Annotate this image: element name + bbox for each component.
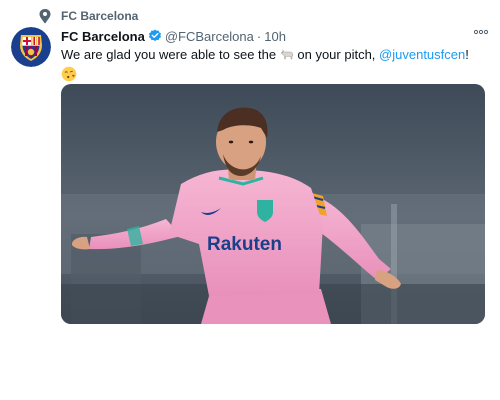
player-photo: Rakuten (61, 84, 485, 324)
more-options-icon[interactable] (474, 29, 488, 35)
tweet-timestamp[interactable]: 10h (264, 29, 286, 44)
pinned-context: FC Barcelona (38, 7, 138, 25)
tweet-text-part-3: ! (465, 47, 469, 62)
display-name[interactable]: FC Barcelona (61, 29, 145, 44)
context-label: FC Barcelona (61, 9, 139, 23)
separator-dot: · (256, 28, 262, 44)
goat-emoji-icon (280, 49, 293, 60)
shirt-sponsor-text: Rakuten (207, 234, 282, 255)
fc-barcelona-crest-icon (11, 27, 51, 67)
avatar[interactable] (11, 27, 51, 67)
tweet-text-part-2: on your pitch, (297, 47, 376, 62)
mention-link[interactable]: @juventusfcen (379, 47, 465, 62)
verified-badge-icon (148, 29, 161, 42)
tweet-text-part-1: We are glad you were able to see the (61, 47, 277, 62)
face-blowing-kiss-emoji-icon (61, 66, 77, 82)
tweet-header: FC Barcelona @FCBarcelona · 10h (61, 27, 488, 45)
tweet-card[interactable]: FC Barcelona FC Barcelona @FCBarcelona ·… (0, 0, 500, 330)
tweet-text: We are glad you were able to see the on … (61, 46, 488, 82)
tweet-photo[interactable]: Rakuten (61, 84, 485, 324)
pin-icon (39, 9, 51, 24)
author-handle[interactable]: @FCBarcelona (165, 29, 254, 44)
